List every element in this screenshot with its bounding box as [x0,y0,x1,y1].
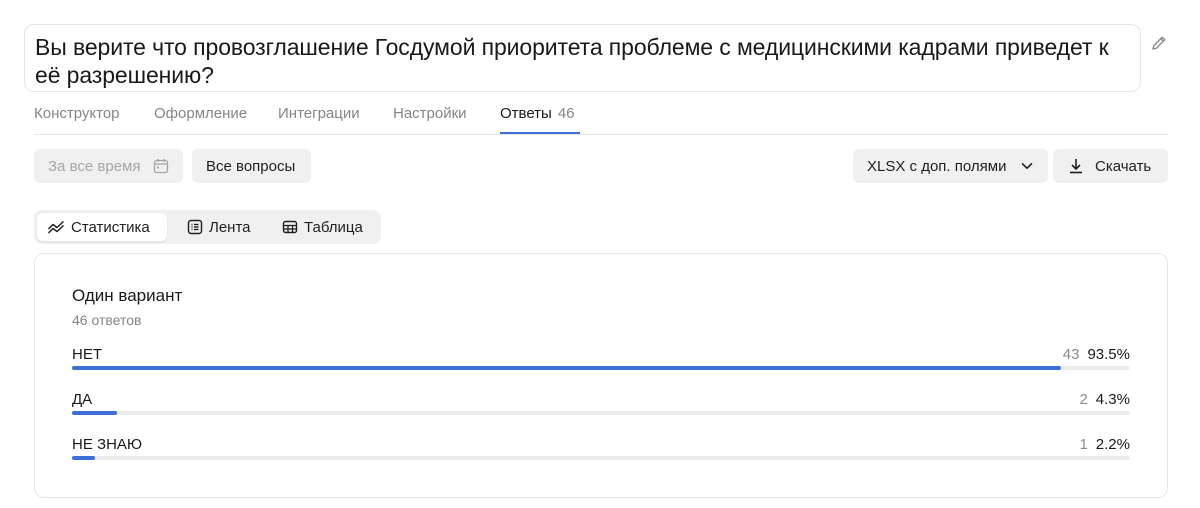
question-title[interactable]: Вы верите что провозглашение Госдумой пр… [35,33,1130,89]
option-stats: 2 4.3% [1079,391,1130,408]
view-table[interactable]: Таблица [272,213,376,241]
chart-icon [47,220,65,234]
tab-integrations[interactable]: Интеграции [278,105,360,122]
view-statistics-label: Статистика [71,218,150,236]
option-stats: 1 2.2% [1079,436,1130,453]
option-bar-fill [72,456,96,460]
chevron-down-icon [1021,163,1033,169]
questions-filter-button[interactable]: Все вопросы [192,149,311,183]
answers-count: 46 ответов [72,312,142,328]
option-count: 1 [1079,436,1088,453]
option-bar-fill [72,366,1062,370]
option-bar-track [72,366,1130,370]
option-percent: 93.5% [1087,346,1130,363]
calendar-icon [153,159,169,174]
tabs-bar: Конструктор Оформление Интеграции Настро… [34,97,1168,135]
download-label: Скачать [1095,157,1152,175]
active-tab-indicator [500,132,580,134]
question-stats-card: Один вариант 46 ответов НЕТ 43 93.5% ДА 2… [34,253,1168,498]
view-table-label: Таблица [304,218,363,236]
download-icon [1070,159,1082,174]
question-title-field[interactable]: Вы верите что провозглашение Госдумой пр… [24,24,1141,92]
view-switch: Статистика Лента Таблица [34,210,381,244]
option-percent: 4.3% [1095,391,1130,408]
tab-label: Конструктор [34,105,120,122]
option-bar-track [72,456,1130,460]
option-percent: 2.2% [1095,436,1130,453]
tab-label: Интеграции [278,105,360,122]
export-format-value: XLSX с доп. полями [867,157,1007,175]
tab-design[interactable]: Оформление [154,105,247,122]
date-range-placeholder: За все время [48,157,141,175]
view-feed[interactable]: Лента [177,213,261,241]
tab-settings[interactable]: Настройки [393,105,467,122]
option-bar-track [72,411,1130,415]
option-label: НЕТ [72,346,102,363]
tab-label: Ответы [500,105,552,122]
view-statistics[interactable]: Статистика [37,213,167,241]
tab-constructor[interactable]: Конструктор [34,105,120,122]
questions-filter-label: Все вопросы [206,157,296,175]
download-button[interactable]: Скачать [1053,149,1168,183]
tab-label: Настройки [393,105,467,122]
date-range-picker[interactable]: За все время [34,149,183,183]
option-row: НЕ ЗНАЮ 1 2.2% [72,436,1130,472]
tab-answers-count: 46 [557,105,575,122]
export-format-select[interactable]: XLSX с доп. полями [853,149,1048,183]
question-type: Один вариант [72,286,183,305]
option-row: ДА 2 4.3% [72,391,1130,427]
tab-answers[interactable]: Ответы 46 [500,105,575,122]
option-label: ДА [72,391,93,408]
pencil-icon[interactable] [1149,33,1169,53]
option-count: 2 [1079,391,1088,408]
option-bar-fill [72,411,118,415]
list-icon [187,219,203,235]
view-feed-label: Лента [209,218,251,236]
option-count: 43 [1062,346,1080,363]
option-stats: 43 93.5% [1063,346,1130,363]
tab-label: Оформление [154,105,248,122]
option-label: НЕ ЗНАЮ [72,436,143,453]
table-icon [282,220,298,234]
option-row: НЕТ 43 93.5% [72,346,1130,382]
